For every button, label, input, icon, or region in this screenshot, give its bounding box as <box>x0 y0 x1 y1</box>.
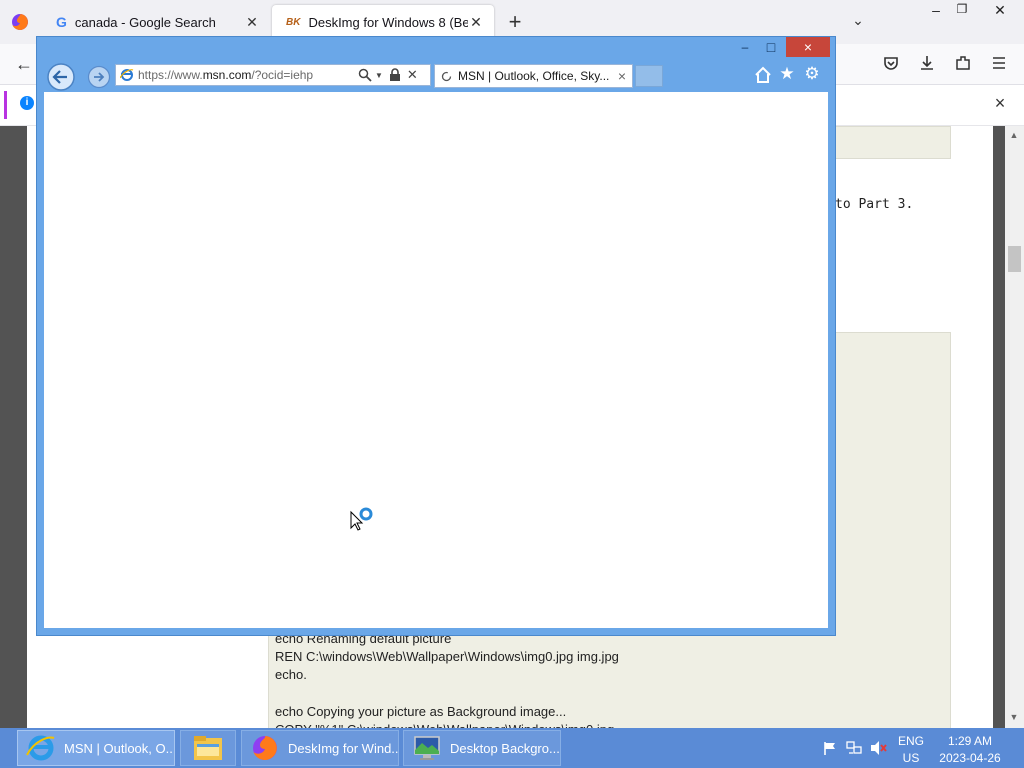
taskbar-button-label: DeskImg for Wind... <box>288 740 398 756</box>
code-line: REN C:\windows\Web\Wallpaper\Windows\img… <box>275 649 619 664</box>
ie-tab-close-icon[interactable]: × <box>618 68 626 84</box>
stop-icon[interactable]: ✕ <box>407 67 418 83</box>
minimize-button[interactable]: – <box>926 2 946 22</box>
settings-gear-icon[interactable]: ⚙ <box>803 65 821 83</box>
ie-forward-button[interactable] <box>87 65 111 89</box>
network-icon[interactable] <box>846 740 862 756</box>
home-icon[interactable] <box>754 66 772 84</box>
scrollbar-thumb[interactable] <box>1008 246 1021 272</box>
region-code: US <box>902 751 920 765</box>
tab-label: DeskImg for Windows 8 (Beta's <box>308 14 468 30</box>
back-arrow-icon[interactable]: ← <box>14 54 34 74</box>
download-icon[interactable] <box>918 54 938 74</box>
code-line: echo. <box>275 667 307 682</box>
taskbar-desktop-background-button[interactable]: Desktop Backgro... <box>403 730 561 766</box>
tab-close-icon[interactable]: ✕ <box>244 14 260 30</box>
notification-accent <box>4 91 7 119</box>
loading-spinner-icon <box>441 71 452 82</box>
ie-tab-label: MSN | Outlook, Office, Sky... <box>458 69 610 83</box>
dropdown-arrow-icon[interactable]: ▼ <box>375 71 383 80</box>
ie-page-icon <box>120 68 134 82</box>
taskbar-button-label: Desktop Backgro... <box>450 740 560 756</box>
extensions-icon[interactable] <box>954 54 974 74</box>
ie-new-tab-button[interactable] <box>635 65 663 87</box>
busy-cursor-icon <box>349 506 375 534</box>
favorites-star-icon[interactable]: ★ <box>778 65 796 83</box>
ie-minimize-button[interactable]: – <box>733 37 757 57</box>
code-line: echo Copying your picture as Background … <box>275 704 567 719</box>
action-center-flag-icon[interactable] <box>822 740 838 756</box>
chevron-down-icon[interactable]: ⌄ <box>848 12 868 32</box>
google-icon: G <box>56 14 67 30</box>
volume-muted-icon[interactable] <box>870 740 888 756</box>
language-code: ENG <box>897 734 924 748</box>
system-clock[interactable]: 1:29 AM 2023-04-26 <box>934 734 1006 766</box>
deskimg-icon: BK <box>286 16 301 28</box>
ie-close-button[interactable]: × <box>786 37 830 57</box>
notification-close-icon[interactable]: × <box>990 93 1010 113</box>
firefox-icon <box>250 733 280 763</box>
ie-icon <box>26 733 56 763</box>
ie-back-button[interactable] <box>46 62 76 92</box>
info-icon: i <box>20 96 34 110</box>
clock-date: 2023-04-26 <box>939 751 1001 765</box>
ie-content-area[interactable] <box>44 92 828 628</box>
ie-url[interactable]: https://www.msn.com/?ocid=iehp <box>138 68 352 82</box>
close-button[interactable]: ✕ <box>988 2 1012 22</box>
restore-button[interactable]: ❐ <box>952 2 972 22</box>
menu-icon[interactable] <box>990 54 1010 74</box>
taskbar: MSN | Outlook, O... DeskImg for Wind... … <box>0 728 1024 768</box>
desktop-background-icon <box>412 733 442 763</box>
lock-icon[interactable] <box>389 68 401 82</box>
clock-time: 1:29 AM <box>947 734 993 748</box>
ie-window: – □ × https://www.msn.com/?ocid=iehp ▼ ✕… <box>36 36 836 636</box>
tab-label: canada - Google Search <box>74 14 216 30</box>
file-explorer-icon <box>192 734 224 762</box>
firefox-icon[interactable] <box>10 12 30 32</box>
taskbar-file-explorer-button[interactable] <box>180 730 236 766</box>
scroll-up-arrow-icon[interactable]: ▲ <box>1009 130 1019 140</box>
page-scrollbar[interactable]: ▲ ▼ <box>1005 126 1024 728</box>
taskbar-firefox-button[interactable]: DeskImg for Wind... <box>241 730 399 766</box>
ie-tab-msn[interactable]: MSN | Outlook, Office, Sky... × <box>434 64 633 88</box>
ie-address-bar[interactable]: https://www.msn.com/?ocid=iehp ▼ ✕ <box>115 64 431 86</box>
new-tab-button[interactable]: + <box>504 9 526 35</box>
page-text-snippet: to Part 3. <box>835 197 914 212</box>
search-icon[interactable] <box>358 68 372 82</box>
input-language[interactable]: ENG US <box>895 734 927 766</box>
pocket-icon[interactable] <box>882 54 902 74</box>
scroll-down-arrow-icon[interactable]: ▼ <box>1009 712 1019 722</box>
tab-deskimg[interactable]: BK DeskImg for Windows 8 (Beta's ✕ <box>272 5 494 39</box>
ie-maximize-button[interactable]: □ <box>759 37 783 57</box>
tab-canada-google-search[interactable]: G canada - Google Search ✕ <box>42 5 270 39</box>
taskbar-ie-button[interactable]: MSN | Outlook, O... <box>17 730 175 766</box>
tab-close-icon[interactable]: ✕ <box>468 14 484 30</box>
taskbar-button-label: MSN | Outlook, O... <box>64 740 174 756</box>
